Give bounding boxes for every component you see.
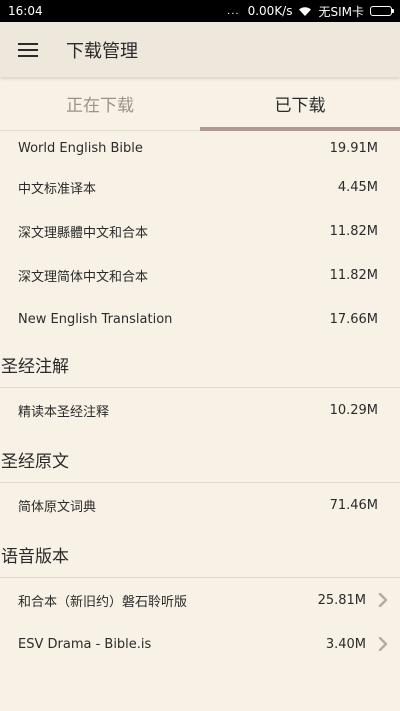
list-item[interactable]: 和合本（新旧约）磐石聆听版 25.81M — [0, 578, 400, 622]
item-size: 4.45M — [337, 179, 378, 195]
item-size: 11.82M — [329, 267, 378, 283]
network-speed: 0.00K/s — [247, 4, 293, 18]
status-bar: 16:04 ... 0.00K/s 无SIM卡 — [0, 0, 400, 22]
item-size: 19.91M — [329, 140, 378, 156]
item-name: 深文理简体中文和合本 — [18, 269, 149, 285]
chevron-right-icon — [376, 637, 390, 651]
item-name: 中文标准译本 — [18, 181, 97, 197]
menu-button[interactable] — [0, 22, 56, 77]
tab-bar: 正在下载 已下载 — [0, 77, 400, 131]
list-item[interactable]: 简体原文词典 71.46M — [0, 483, 400, 527]
item-name: 精读本圣经注释 — [18, 404, 110, 420]
list-item[interactable]: 深文理简体中文和合本 11.82M — [0, 253, 400, 297]
download-list: World English Bible 19.91M 中文标准译本 4.45M … — [0, 131, 400, 666]
wifi-icon — [298, 6, 312, 17]
battery-icon — [370, 6, 394, 16]
page-title: 下载管理 — [66, 40, 138, 62]
chevron-right-icon — [376, 593, 390, 607]
item-size: 10.29M — [329, 402, 378, 418]
tab-downloading[interactable]: 正在下载 — [0, 77, 200, 130]
item-size: 3.40M — [325, 636, 366, 652]
item-name: ESV Drama - Bible.is — [18, 636, 152, 652]
item-name: 简体原文词典 — [18, 499, 97, 515]
status-time: 16:04 — [8, 4, 43, 18]
item-name: New English Translation — [18, 311, 173, 327]
list-item[interactable]: 精读本圣经注释 10.29M — [0, 388, 400, 432]
list-item[interactable]: ESV Drama - Bible.is 3.40M — [0, 622, 400, 666]
list-item[interactable]: World English Bible 19.91M — [0, 131, 400, 165]
item-size: 11.82M — [329, 223, 378, 239]
list-item[interactable]: New English Translation 17.66M — [0, 297, 400, 341]
hamburger-menu-icon — [18, 42, 38, 57]
tab-downloaded[interactable]: 已下载 — [200, 77, 400, 131]
item-size: 25.81M — [317, 592, 366, 608]
carrier-text: 无SIM卡 — [318, 4, 364, 19]
app-bar: 下载管理 — [0, 22, 400, 77]
list-item[interactable]: 深文理縣體中文和合本 11.82M — [0, 209, 400, 253]
section-header-original: 圣经原文 — [1, 451, 69, 472]
item-size: 17.66M — [329, 311, 378, 327]
section-header-audio: 语音版本 — [1, 546, 69, 567]
item-name: World English Bible — [18, 140, 143, 156]
signal-dots: ... — [227, 5, 240, 17]
list-item[interactable]: 中文标准译本 4.45M — [0, 165, 400, 209]
section-header-commentary: 圣经注解 — [1, 356, 69, 377]
item-size: 71.46M — [329, 497, 378, 513]
item-name: 和合本（新旧约）磐石聆听版 — [18, 594, 188, 610]
item-name: 深文理縣體中文和合本 — [18, 225, 149, 241]
